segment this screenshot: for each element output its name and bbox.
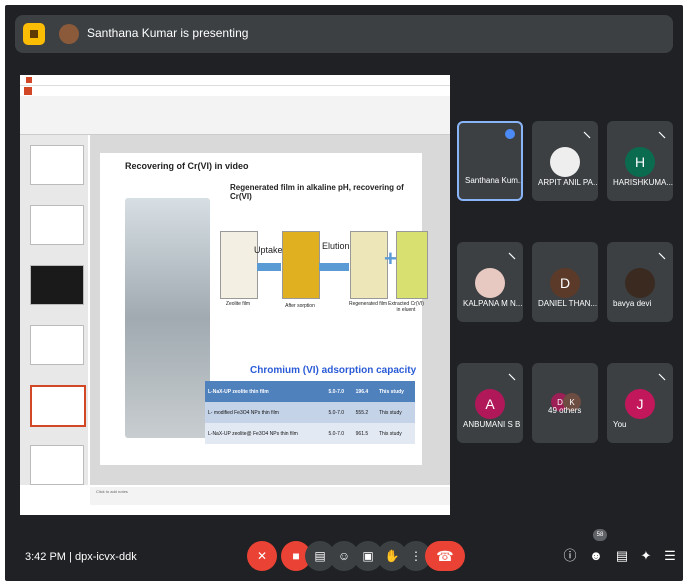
host-controls-icon[interactable]: ☰ — [661, 547, 679, 565]
ph-cell: 5.0-7.0 — [325, 402, 353, 423]
avatar: A — [475, 389, 505, 419]
mic-off-icon — [657, 127, 667, 139]
ribbon — [20, 96, 450, 135]
presenter-avatar — [59, 24, 79, 44]
others-tile[interactable]: D K 49 others — [532, 363, 598, 443]
participant-name: KALPANA M N... — [463, 299, 523, 308]
capacity-cell: 961.5 — [352, 423, 376, 444]
pin-icon[interactable] — [23, 23, 45, 45]
presenter-text: Santhana Kumar is presenting — [87, 26, 249, 40]
material-cell: L-NaX-UP zeolite thin film — [205, 381, 326, 402]
eluent-photo — [396, 231, 428, 299]
mic-off-icon — [657, 248, 667, 260]
powerpoint-titlebar — [20, 75, 450, 86]
avatar — [625, 268, 655, 298]
beaker-video — [125, 198, 210, 438]
participant-name: Santhana Kum... — [465, 176, 523, 185]
uptake-arrow — [257, 263, 281, 271]
participant-name: You — [613, 420, 627, 429]
elution-label: Elution — [322, 241, 350, 251]
material-cell: L- modified Fe3O4 NPs thin film — [205, 402, 326, 423]
ref-cell: This study — [375, 402, 415, 423]
participant-name: DANIEL THAN... — [538, 299, 598, 308]
mic-toggle-button[interactable]: ✕ — [247, 541, 277, 571]
avatar: H — [625, 147, 655, 177]
file-tab — [24, 87, 32, 95]
clock: 3:42 PM | dpx-icvx-ddk — [25, 551, 137, 563]
caption-zeolite: Zeolite film — [225, 301, 251, 307]
notes-placeholder: Click to add notes — [96, 489, 128, 494]
slide: Recovering of Cr(VI) in video Regenerate… — [100, 153, 428, 465]
avatar: D — [550, 268, 580, 298]
separator: | — [69, 551, 72, 563]
adsorption-table: L-NaX-UP zeolite thin film 5.0-7.0 196.4… — [205, 381, 415, 444]
participant-name: HARISHKUMA... — [613, 178, 673, 187]
participant-tile[interactable]: ARPIT ANIL PA... — [532, 121, 598, 201]
slide-thumbnail — [30, 325, 84, 365]
others-count: 49 others — [548, 406, 582, 415]
slide-title: Recovering of Cr(VI) in video — [125, 161, 249, 171]
material-cell: L-NaX-UP zeolite@ Fe3O4 NPs thin film — [205, 423, 326, 444]
control-bar: 3:42 PM | dpx-icvx-ddk ✕ ■ ▤ ☺ ▣ ✋ ⋮ ☎ ⓘ… — [5, 511, 683, 581]
shared-screen: Recovering of Cr(VI) in video Regenerate… — [20, 75, 450, 515]
elution-arrow — [319, 263, 349, 271]
activities-icon[interactable]: ✦ — [637, 547, 655, 565]
after-sorption-photo — [282, 231, 320, 299]
presentation-banner: Santhana Kumar is presenting — [15, 15, 673, 53]
notes-pane: Click to add notes — [90, 487, 450, 505]
avatar: J — [625, 389, 655, 419]
participant-name: bavya devi — [613, 299, 652, 308]
slide-thumbnail — [30, 445, 84, 485]
info-icon[interactable]: ⓘ — [561, 547, 579, 565]
zeolite-film-photo — [220, 231, 258, 299]
table-row: L-NaX-UP zeolite thin film 5.0-7.0 196.4… — [205, 381, 415, 402]
mic-off-icon — [657, 369, 667, 381]
ribbon-tabs — [20, 86, 450, 96]
participant-tile[interactable]: bavya devi — [607, 242, 673, 322]
time-text: 3:42 PM — [25, 551, 66, 563]
caption-eluent: Extracted Cr(VI) in eluent — [388, 301, 424, 313]
mic-off-icon — [507, 248, 517, 260]
participant-tile[interactable]: KALPANA M N... — [457, 242, 523, 322]
participant-tile[interactable]: A ANBUMANI S B — [457, 363, 523, 443]
participant-tile[interactable]: H HARISHKUMA... — [607, 121, 673, 201]
ph-cell: 5.0-7.0 — [325, 381, 353, 402]
slide-thumbnail-selected — [30, 385, 86, 427]
leave-call-button[interactable]: ☎ — [425, 541, 465, 571]
participant-tile[interactable]: D DANIEL THAN... — [532, 242, 598, 322]
regenerated-film-photo — [350, 231, 388, 299]
table-heading: Chromium (VI) adsorption capacity — [250, 365, 417, 376]
participant-name: ANBUMANI S B — [463, 420, 521, 429]
slide-canvas: Recovering of Cr(VI) in video Regenerate… — [90, 135, 450, 485]
caption-after-sorption: After sorption — [285, 303, 315, 309]
slide-thumbnail — [30, 145, 84, 185]
participant-tile[interactable]: Santhana Kum... — [457, 121, 523, 201]
meet-window: Santhana Kumar is presenting Recovering … — [5, 5, 683, 581]
participant-name: ARPIT ANIL PA... — [538, 178, 598, 187]
avatar — [475, 268, 505, 298]
ref-cell: This study — [375, 381, 415, 402]
people-icon[interactable]: ☻ — [587, 547, 605, 565]
slide-thumbnail — [30, 265, 84, 305]
slide-thumbnails — [20, 135, 88, 485]
slide-thumbnail — [30, 205, 84, 245]
slide-subtitle: Regenerated film in alkaline pH, recover… — [230, 183, 404, 201]
mic-off-icon — [582, 127, 592, 139]
table-row: L-NaX-UP zeolite@ Fe3O4 NPs thin film 5.… — [205, 423, 415, 444]
uptake-label: Uptake — [254, 245, 283, 255]
table-row: L- modified Fe3O4 NPs thin film 5.0-7.0 … — [205, 402, 415, 423]
mic-off-icon — [507, 369, 517, 381]
participant-tile-self[interactable]: J You — [607, 363, 673, 443]
avatar — [550, 147, 580, 177]
ph-cell: 5.0-7.0 — [325, 423, 353, 444]
speaking-icon — [505, 129, 515, 139]
plus-icon: + — [384, 246, 397, 271]
chat-icon[interactable]: ▤ — [613, 547, 631, 565]
people-count-badge: 58 — [593, 529, 607, 541]
capacity-cell: 555.2 — [352, 402, 376, 423]
meeting-code: dpx-icvx-ddk — [74, 551, 137, 563]
capacity-cell: 196.4 — [352, 381, 376, 402]
ref-cell: This study — [375, 423, 415, 444]
